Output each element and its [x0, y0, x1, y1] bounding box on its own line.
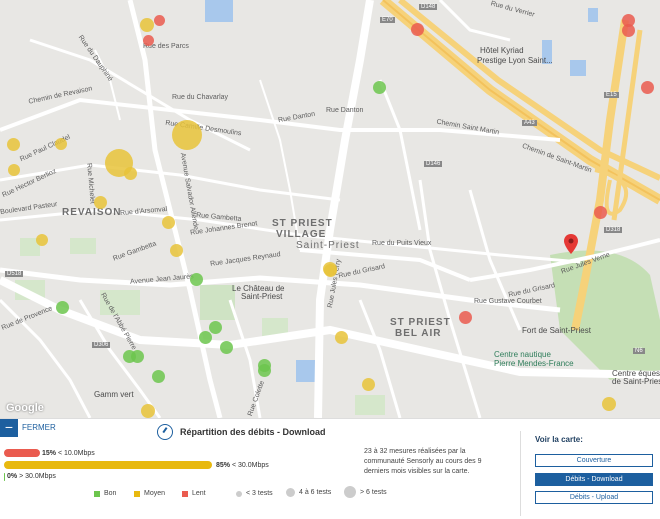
label-n6: N6 — [633, 348, 645, 354]
label-rue-gustave-courbet: Rue Gustave Courbet — [474, 298, 542, 305]
label-fort: Fort de Saint-Priest — [522, 326, 591, 335]
bar-lent-label: 15% < 10.0Mbps — [42, 450, 95, 457]
speed-marker[interactable] — [189, 272, 203, 286]
label-centre-nautique-2: Pierre Mendes-France — [494, 359, 574, 368]
label-e15: E15 — [604, 92, 619, 98]
legend-dot-large — [344, 486, 356, 498]
panel-title: Répartition des débits - Download — [180, 427, 326, 437]
speed-marker[interactable] — [334, 330, 348, 344]
legend-dot-medium — [286, 488, 295, 497]
label-centre-nautique-1: Centre nautique — [494, 350, 551, 359]
label-revaison: REVAISON — [62, 207, 122, 218]
speed-marker[interactable] — [142, 34, 154, 46]
label-st-priest-bel-air-1: ST PRIEST — [390, 317, 451, 328]
speed-marker[interactable] — [621, 23, 635, 37]
bar-bon-label: 0% > 30.0Mbps — [7, 473, 56, 480]
speed-marker[interactable] — [153, 14, 165, 26]
speed-marker[interactable] — [151, 369, 165, 383]
speed-marker[interactable] — [161, 215, 175, 229]
speed-marker[interactable] — [361, 377, 375, 391]
speed-marker[interactable] — [219, 340, 233, 354]
speedometer-icon — [157, 424, 173, 440]
speed-marker[interactable] — [458, 310, 472, 324]
speed-marker[interactable] — [602, 397, 616, 411]
legend-gt6: > 6 tests — [344, 486, 387, 498]
speed-marker[interactable] — [640, 80, 654, 94]
label-centre-equestre-2: de Saint-Priest — [612, 377, 660, 386]
label-a43: A43 — [522, 120, 537, 126]
speed-marker[interactable] — [141, 404, 155, 418]
label-d148: D148 — [419, 4, 438, 10]
bottom-panel: − FERMER Répartition des débits - Downlo… — [0, 418, 660, 519]
google-logo: Google — [6, 402, 44, 414]
legend-4to6: 4 à 6 tests — [286, 488, 331, 497]
bar-bon — [4, 473, 5, 481]
speed-marker[interactable] — [208, 320, 222, 334]
label-d318: D318 — [604, 227, 623, 233]
label-rue-danton-2: Rue Danton — [326, 107, 364, 114]
label-gamm-vert: Gamm vert — [94, 390, 134, 399]
label-rue-du-puits-vieux: Rue du Puits Vieux — [372, 240, 432, 247]
speed-marker[interactable] — [93, 195, 107, 209]
speed-marker[interactable] — [122, 349, 136, 363]
label-d518: D518 — [5, 271, 24, 277]
speed-marker[interactable] — [8, 164, 20, 176]
legend-swatch-green — [94, 490, 100, 497]
label-st-priest-village-1: ST PRIEST — [272, 218, 333, 229]
label-d306: D306 — [92, 342, 111, 348]
measurement-description: 23 à 32 mesures réalisées par la communa… — [364, 448, 482, 475]
legend-dot-small — [236, 490, 242, 497]
label-e70: E70 — [380, 17, 395, 23]
speed-marker[interactable] — [123, 166, 137, 180]
label-chateau-2: Saint-Priest — [241, 292, 283, 301]
sidebar-title: Voir la carte: — [535, 435, 583, 444]
label-hotel-2: Prestige Lyon Saint... — [477, 56, 553, 65]
download-button[interactable]: Débits - Download — [535, 473, 653, 486]
bar-moyen-label: 85% < 30.0Mbps — [216, 462, 269, 469]
legend-swatch-red — [182, 490, 188, 497]
label-hotel-1: Hôtel Kyriad — [480, 46, 524, 55]
speed-marker[interactable] — [55, 138, 67, 150]
label-st-priest-city: Saint-Priest — [296, 240, 360, 251]
label-st-priest-bel-air-2: BEL AIR — [395, 328, 442, 339]
speed-marker[interactable] — [410, 22, 424, 36]
speed-marker[interactable] — [372, 80, 386, 94]
legend-lt3: < 3 tests — [236, 490, 273, 497]
legend-bon: Bon — [94, 490, 116, 497]
speed-marker[interactable] — [172, 120, 202, 150]
speed-marker[interactable] — [140, 18, 154, 32]
legend-swatch-yellow — [134, 490, 140, 497]
bar-moyen — [4, 461, 212, 469]
speed-marker[interactable] — [55, 300, 69, 314]
location-pin-icon[interactable] — [564, 234, 578, 254]
speed-marker[interactable] — [169, 243, 183, 257]
label-st-priest-village-2: VILLAGE — [276, 229, 327, 240]
speed-marker[interactable] — [198, 330, 212, 344]
couverture-button[interactable]: Couverture — [535, 454, 653, 467]
bar-lent — [4, 449, 40, 457]
label-rue-chavarlay: Rue du Chavarlay — [172, 94, 229, 101]
map[interactable]: REVAISON ST PRIEST VILLAGE Saint-Priest … — [0, 0, 660, 418]
speed-marker[interactable] — [257, 363, 271, 377]
label-d146: D146 — [424, 161, 443, 167]
speed-marker[interactable] — [593, 205, 607, 219]
legend-moyen: Moyen — [134, 490, 165, 497]
close-label[interactable]: FERMER — [22, 423, 56, 432]
legend-lent: Lent — [182, 490, 206, 497]
view-map-sidebar: Voir la carte: Couverture Débits - Downl… — [520, 431, 660, 516]
speed-marker[interactable] — [36, 234, 48, 246]
speed-marker[interactable] — [323, 263, 337, 277]
close-button[interactable]: − — [0, 419, 18, 437]
upload-button[interactable]: Débits - Upload — [535, 491, 653, 504]
speed-marker[interactable] — [6, 137, 20, 151]
